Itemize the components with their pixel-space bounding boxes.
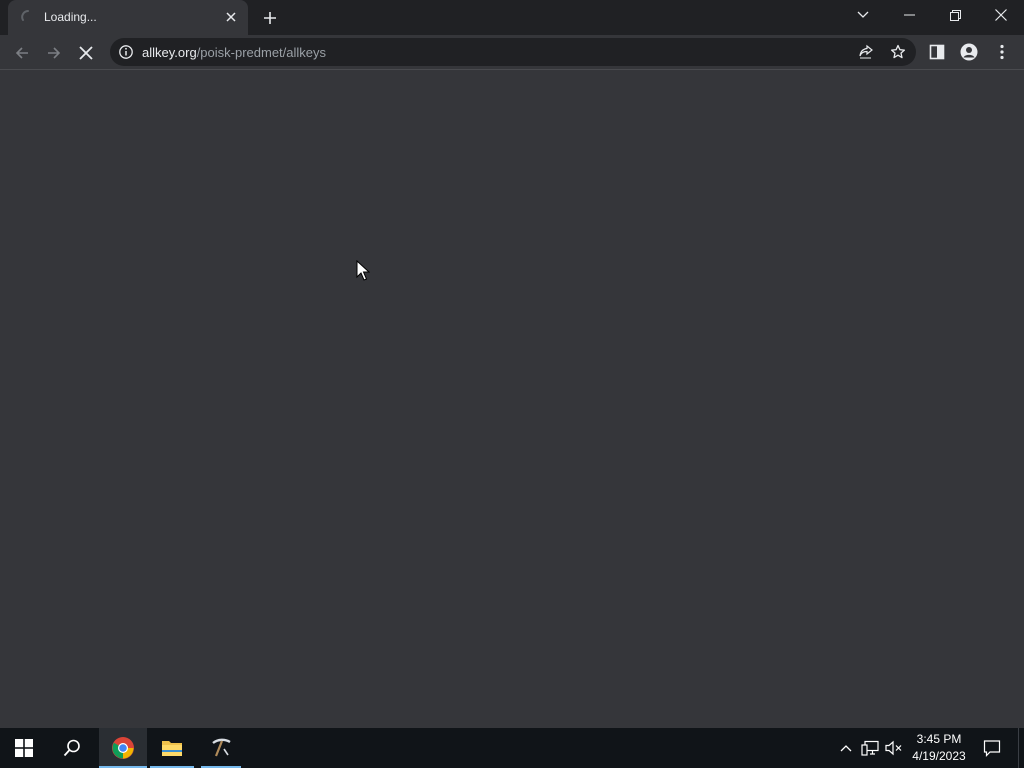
clock-date: 4/19/2023 [912,749,966,763]
share-icon[interactable] [856,42,876,62]
taskbar-app-file-explorer[interactable] [150,728,194,768]
spinner-icon [20,9,36,25]
start-button[interactable] [0,728,48,768]
side-panel-button[interactable] [924,39,950,65]
minimize-button[interactable] [886,0,932,30]
info-icon[interactable] [118,44,134,60]
url-text[interactable]: allkey.org/poisk-predmet/allkeys [142,45,326,60]
notification-icon[interactable] [980,736,1004,760]
menu-button[interactable] [989,39,1015,65]
restore-icon [949,9,961,21]
mouse-cursor-icon [356,260,370,281]
url-host: allkey.org [142,45,197,60]
taskbar-clock[interactable]: 3:45 PM 4/19/2023 [906,731,972,765]
clock-time: 3:45 PM [916,732,962,746]
browser-tab-strip: Loading... [0,0,1024,35]
arrow-right-icon [48,47,61,59]
close-icon[interactable] [222,8,240,26]
plus-icon [264,12,276,24]
profile-button[interactable] [956,39,982,65]
chevron-down-icon [857,11,869,18]
url-path: /poisk-predmet/allkeys [196,45,327,60]
tab-search-button[interactable] [840,0,886,30]
side-panel-icon [929,44,945,60]
page-content[interactable] [0,71,1024,728]
profile-icon [960,43,978,61]
folder-icon [162,741,182,756]
restore-button[interactable] [932,0,978,30]
chrome-icon [112,737,134,759]
search-icon [63,739,80,757]
taskbar-app-pinned[interactable] [201,728,241,768]
tab-title: Loading... [44,10,97,24]
chevron-up-icon[interactable] [836,738,856,758]
browser-tab[interactable]: Loading... [8,0,248,35]
new-tab-button[interactable] [258,6,282,30]
network-icon[interactable] [860,738,880,758]
taskbar: 3:45 PM 4/19/2023 [0,728,1024,768]
forward-button[interactable] [40,39,68,67]
minimize-icon [903,14,915,16]
pickaxe-icon [212,738,231,757]
stop-loading-button[interactable] [72,39,100,67]
close-icon [995,9,1007,21]
star-icon[interactable] [888,42,908,62]
back-button[interactable] [8,39,36,67]
show-desktop-button[interactable] [1018,728,1024,768]
kebab-menu-icon [1000,44,1004,60]
close-window-button[interactable] [978,0,1024,30]
address-bar[interactable]: allkey.org/poisk-predmet/allkeys [110,38,916,66]
taskbar-search-button[interactable] [48,728,96,768]
arrow-left-icon [15,47,28,59]
volume-muted-icon[interactable] [884,738,904,758]
browser-toolbar: allkey.org/poisk-predmet/allkeys [0,35,1024,70]
stop-icon [79,46,93,60]
windows-logo-icon [15,739,33,757]
taskbar-app-chrome[interactable] [99,728,147,768]
